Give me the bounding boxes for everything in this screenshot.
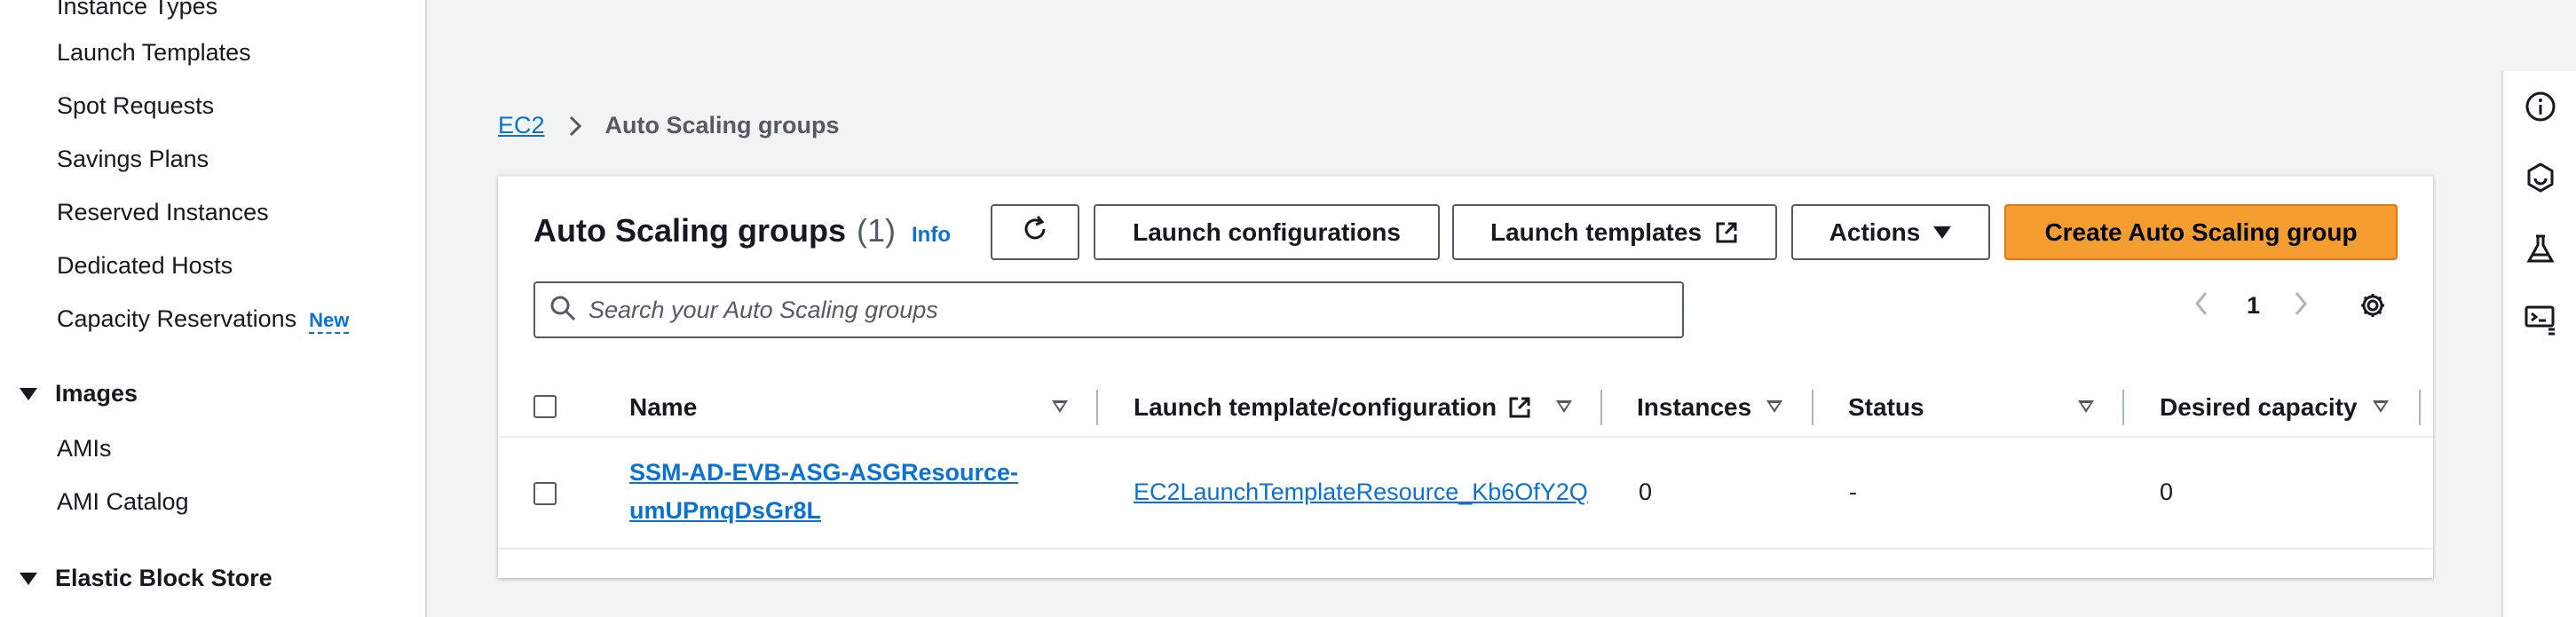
previous-page-button[interactable] [2193, 290, 2209, 317]
current-page-number[interactable]: 1 [2247, 292, 2260, 320]
nav-item-spot-requests[interactable]: Spot Requests [57, 92, 214, 120]
column-header-instances[interactable]: Instances [1637, 377, 1751, 438]
column-divider[interactable] [1600, 390, 1602, 425]
panel-header: Auto Scaling groups (1) Info [533, 212, 951, 249]
breadcrumb-current: Auto Scaling groups [604, 112, 840, 138]
page-title: Auto Scaling groups [533, 212, 847, 249]
asg-name-link[interactable]: SSM-AD-EVB-ASG-ASGResource- umUPmqDsGr8L [629, 454, 1018, 530]
select-all-checkbox[interactable] [533, 395, 557, 418]
caret-down-icon [20, 572, 37, 585]
nav-item-launch-templates[interactable]: Launch Templates [57, 39, 251, 67]
button-label: Create Auto Scaling group [2044, 218, 2358, 246]
breadcrumb: EC2 Auto Scaling groups [498, 112, 840, 139]
search-placeholder: Search your Auto Scaling groups [589, 296, 938, 323]
search-input[interactable]: Search your Auto Scaling groups [533, 281, 1684, 338]
settings-gear-icon[interactable] [2359, 291, 2387, 320]
launch-templates-button[interactable]: Launch templates [1452, 204, 1777, 260]
table-row: SSM-AD-EVB-ASG-ASGResource- umUPmqDsGr8L… [498, 438, 2433, 550]
utility-rail [2501, 71, 2576, 617]
column-divider[interactable] [1096, 390, 1098, 425]
status-value: - [1849, 479, 1857, 505]
nav-item-amis[interactable]: AMIs [57, 435, 112, 463]
column-divider[interactable] [2419, 390, 2421, 425]
column-header-desired-capacity[interactable]: Desired capacity [2160, 377, 2358, 438]
table-header: Name Launch template/configuration Insta… [498, 377, 2433, 438]
nav-item-savings-plans[interactable]: Savings Plans [57, 146, 209, 173]
caret-down-icon [20, 387, 37, 400]
nav-item-ami-catalog[interactable]: AMI Catalog [57, 488, 189, 516]
nav-item-capacity-reservations[interactable]: Capacity Reservations New [57, 305, 350, 334]
column-divider[interactable] [1812, 390, 1813, 425]
refresh-button[interactable] [991, 204, 1079, 260]
sort-icon[interactable] [1052, 400, 1068, 413]
external-link-icon [1507, 395, 1532, 420]
info-icon[interactable] [2523, 89, 2558, 124]
sort-icon[interactable] [2078, 400, 2094, 413]
column-header-status[interactable]: Status [1848, 377, 1924, 438]
group-count: (1) [857, 212, 897, 249]
feedback-icon[interactable] [2523, 160, 2558, 195]
asg-name-line: umUPmqDsGr8L [629, 497, 822, 524]
nav-section-label: Elastic Block Store [55, 565, 273, 591]
external-link-icon [1714, 220, 1739, 245]
left-navigation: Instance Types Launch Templates Spot Req… [0, 0, 427, 617]
row-select-checkbox[interactable] [533, 482, 557, 505]
search-icon [549, 295, 576, 326]
auto-scaling-groups-panel: Auto Scaling groups (1) Info Launch conf… [498, 176, 2433, 578]
create-auto-scaling-group-button[interactable]: Create Auto Scaling group [2004, 204, 2398, 260]
button-label: Launch templates [1489, 218, 1703, 246]
nav-section-label: Images [55, 380, 138, 407]
launch-configurations-button[interactable]: Launch configurations [1094, 204, 1440, 260]
info-link[interactable]: Info [912, 223, 951, 248]
actions-dropdown[interactable]: Actions [1791, 204, 1990, 260]
column-header-launch-template[interactable]: Launch template/configuration [1134, 377, 1532, 438]
sort-icon[interactable] [1766, 400, 1782, 413]
console-icon[interactable] [2523, 302, 2558, 337]
nav-section-elastic-block-store[interactable]: Elastic Block Store [20, 565, 273, 592]
instances-value: 0 [1639, 479, 1653, 505]
button-label: Launch configurations [1133, 218, 1401, 246]
nav-item-label: Capacity Reservations [57, 305, 297, 332]
refresh-icon [1020, 214, 1050, 250]
lab-icon[interactable] [2523, 231, 2558, 266]
button-label: Actions [1829, 218, 1921, 246]
nav-item-reserved-instances[interactable]: Reserved Instances [57, 199, 269, 226]
asg-name-line: SSM-AD-EVB-ASG-ASGResource- [629, 459, 1019, 486]
column-header-name[interactable]: Name [629, 377, 697, 438]
desired-capacity-value: 0 [2160, 479, 2174, 505]
sort-icon[interactable] [2373, 400, 2389, 413]
breadcrumb-ec2-link[interactable]: EC2 [498, 112, 545, 139]
column-divider[interactable] [2122, 390, 2124, 425]
caret-down-icon [1932, 225, 1952, 240]
sort-icon[interactable] [1556, 400, 1572, 413]
next-page-button[interactable] [2293, 290, 2309, 317]
launch-template-link[interactable]: EC2LaunchTemplateResource_Kb6OfY2Q [1134, 479, 1588, 506]
nav-item-instance-types[interactable]: Instance Types [57, 0, 217, 20]
nav-section-images[interactable]: Images [20, 380, 138, 407]
new-badge: New [309, 309, 350, 334]
column-header-label: Launch template/configuration [1134, 393, 1497, 421]
chevron-right-icon [568, 115, 582, 138]
nav-item-dedicated-hosts[interactable]: Dedicated Hosts [57, 252, 233, 280]
